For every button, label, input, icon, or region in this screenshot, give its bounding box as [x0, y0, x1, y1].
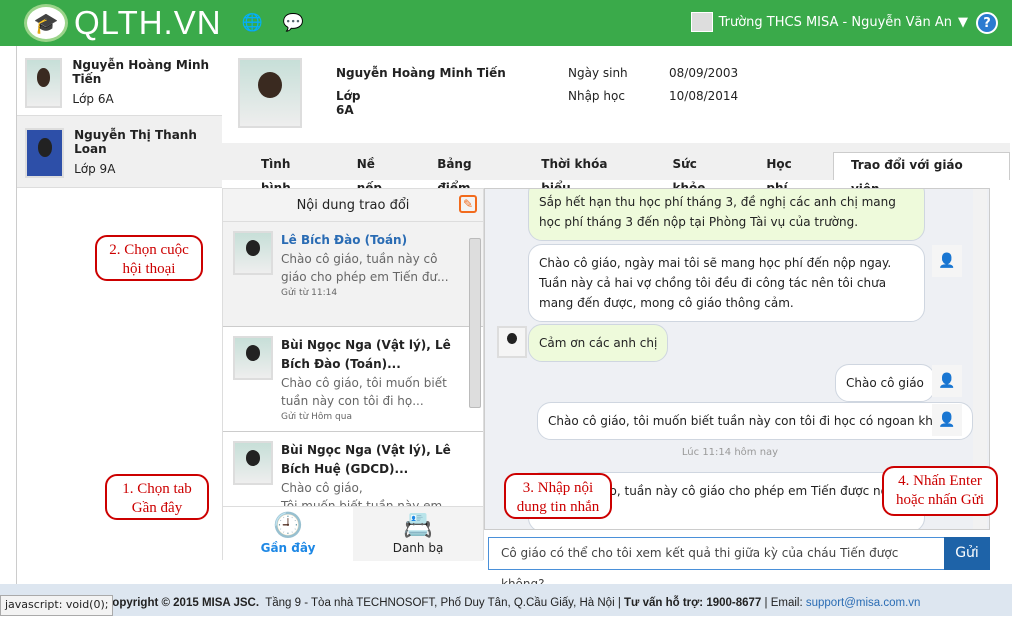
help-icon[interactable]: ? — [976, 12, 998, 34]
conversation-title: Nội dung trao đổi — [296, 198, 410, 213]
profile-class: Lớp 6A — [336, 89, 361, 117]
tab-ne-nep[interactable]: Nề nếp — [340, 152, 420, 195]
email-label: | Email: — [764, 597, 803, 609]
parent-avatar: 👤 — [932, 404, 962, 436]
student-profile: Nguyễn Hoàng Minh Tiến Lớp 6A Ngày sinh … — [238, 58, 738, 128]
callout-step-1: 1. Chọn tab Gần đây — [105, 474, 209, 520]
browser-status-bar: javascript: void(0); — [0, 595, 114, 616]
logo-text: QLTH.VN — [74, 4, 222, 41]
scrollbar[interactable] — [469, 238, 481, 408]
message-timestamp: Lúc 11:14 hôm nay — [681, 447, 779, 458]
user-avatar — [690, 12, 713, 32]
graduation-cap-icon: 🎓 — [24, 4, 68, 42]
conversation-time: Gửi từ 11:14 — [281, 288, 338, 298]
tab-contacts[interactable]: 📇 Danh bạ — [353, 507, 483, 561]
conversation-header: Nội dung trao đổi ✎ — [223, 189, 483, 222]
tab-hoc-phi[interactable]: Học phí — [749, 152, 833, 195]
tab-thoi-khoa-bieu[interactable]: Thời khóa biểu — [524, 152, 655, 195]
parent-avatar: 👤 — [932, 365, 962, 397]
student-name: Nguyễn Thị Thanh Loan — [74, 128, 197, 156]
clock-icon: 🕘 — [273, 511, 303, 539]
email-link[interactable]: support@misa.com.vn — [806, 597, 921, 609]
student-photo — [25, 128, 65, 178]
profile-photo — [238, 58, 302, 128]
dob-label: Ngày sinh — [568, 66, 628, 80]
tab-bar: Tình hình Nề nếp Bảng điểm Thời khóa biể… — [222, 143, 1010, 196]
globe-icon[interactable]: 🌐 — [242, 13, 263, 33]
header: 🎓 QLTH.VN 🌐 💬 Trường THCS MISA - Nguyễn Vă… — [0, 0, 1012, 46]
conversation-title: Bùi Ngọc Nga (Vật lý), Lê Bích Đào (Toán… — [281, 338, 451, 371]
callout-step-2: 2. Chọn cuộc hội thoại — [95, 235, 203, 281]
enroll-label: Nhập học — [568, 89, 625, 103]
tab-suc-khoe[interactable]: Sức khỏe — [656, 152, 750, 195]
conversation-item[interactable]: Bùi Ngọc Nga (Vật lý), Lê Bích Đào (Toán… — [223, 327, 483, 432]
student-item[interactable]: Nguyễn Hoàng Minh Tiến Lớp 6A — [17, 46, 222, 116]
teacher-avatar — [497, 326, 527, 358]
tab-bang-diem[interactable]: Bảng điểm — [420, 152, 524, 195]
conversation-preview: Chào cô giáo, Tôi muốn biết tuần này em … — [281, 481, 443, 506]
message-sent: Chào cô giáo, tôi muốn biết tuần này con… — [537, 402, 973, 440]
footer: Copyright © 2015 MISA JSC. Tầng 9 - Tòa … — [0, 584, 1012, 616]
compose-icon[interactable]: ✎ — [459, 195, 477, 213]
student-class: Lớp 9A — [74, 162, 116, 176]
tab-contacts-label: Danh bạ — [392, 541, 444, 555]
enroll-value: 10/08/2014 — [669, 89, 739, 103]
message-received: Cảm ơn các anh chị — [528, 324, 669, 362]
logo[interactable]: 🎓 QLTH.VN 🌐 💬 — [24, 4, 304, 42]
support-hotline: Tư vấn hỗ trợ: 1900-8677 — [624, 597, 762, 609]
teacher-photo — [233, 231, 273, 275]
callout-step-3: 3. Nhập nội dung tin nhắn — [504, 473, 612, 519]
conversation-list: Lê Bích Đào (Toán) Chào cô giáo, tuần này… — [223, 222, 483, 506]
message-input[interactable]: Cô giáo có thể cho tôi xem kết quả thi g… — [488, 537, 946, 591]
chat-icon[interactable]: 💬 — [283, 13, 304, 33]
message-sent: Chào cô giáo — [835, 364, 935, 402]
conversation-panel: Nội dung trao đổi ✎ Lê Bích Đào (Toán) Chà… — [222, 188, 484, 561]
conversation-title: Bùi Ngọc Nga (Vật lý), Lê Bích Huệ (GDCD… — [281, 443, 451, 476]
student-item[interactable]: Nguyễn Thị Thanh Loan Lớp 9A — [17, 116, 222, 188]
tab-recent[interactable]: 🕘 Gần đây — [223, 507, 353, 561]
teacher-photo — [233, 441, 273, 485]
callout-step-4: 4. Nhấn Enter hoặc nhấn Gửi — [882, 466, 998, 516]
message-received: Sắp hết hạn thu học phí tháng 3, đề nghị… — [528, 189, 925, 241]
conversation-item[interactable]: Lê Bích Đào (Toán) Chào cô giáo, tuần này… — [223, 222, 483, 327]
conversation-preview: Chào cô giáo, tuần này cô giáo cho phép … — [281, 252, 449, 284]
conversation-title: Lê Bích Đào (Toán) — [281, 233, 408, 247]
conversation-item[interactable]: Bùi Ngọc Nga (Vật lý), Lê Bích Huệ (GDCD… — [223, 432, 483, 506]
copyright: Copyright © 2015 MISA JSC. — [104, 597, 260, 609]
student-name: Nguyễn Hoàng Minh Tiến — [72, 58, 210, 86]
profile-name: Nguyễn Hoàng Minh Tiến — [336, 66, 506, 80]
student-class: Lớp 6A — [72, 92, 114, 106]
tab-trao-doi[interactable]: Trao đổi với giáo viên — [832, 152, 1010, 196]
contacts-icon: 📇 — [403, 511, 433, 539]
student-photo — [25, 58, 63, 108]
caret-down-icon: ▼ — [958, 14, 968, 30]
conversation-preview: Chào cô giáo, tôi muốn biết tuần này con… — [281, 376, 447, 408]
teacher-photo — [233, 336, 273, 380]
bottom-tabs: 🕘 Gần đây 📇 Danh bạ — [223, 506, 483, 561]
conversation-time: Gửi từ Hôm qua — [281, 412, 352, 422]
dob-value: 08/09/2003 — [669, 66, 739, 80]
user-name: Trường THCS MISA - Nguyễn Văn An — [718, 14, 952, 30]
parent-avatar: 👤 — [932, 245, 962, 277]
tab-recent-label: Gần đây — [260, 541, 316, 555]
address: Tầng 9 - Tòa nhà TECHNOSOFT, Phố Duy Tân… — [265, 597, 621, 609]
user-menu[interactable]: Trường THCS MISA - Nguyễn Văn An ▼ — [690, 12, 968, 32]
tab-tinh-hinh[interactable]: Tình hình — [244, 152, 340, 195]
send-button[interactable]: Gửi — [944, 537, 990, 570]
message-sent: Chào cô giáo, ngày mai tôi sẽ mang học p… — [528, 244, 925, 322]
